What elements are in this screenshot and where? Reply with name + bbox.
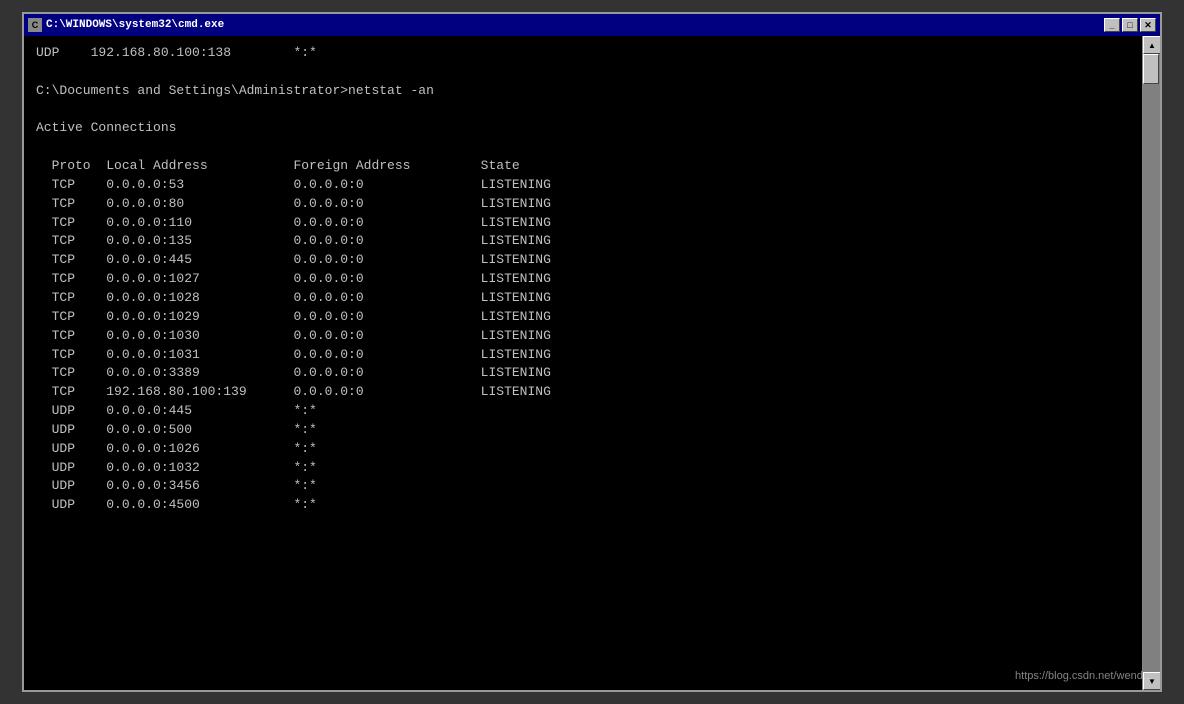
table-row: TCP 0.0.0.0:3389 0.0.0.0:0 LISTENING bbox=[36, 364, 1130, 383]
scrollbar[interactable]: ▲ ▼ bbox=[1142, 36, 1160, 690]
table-row: UDP 0.0.0.0:445 *:* bbox=[36, 402, 1130, 421]
table-row: UDP 0.0.0.0:3456 *:* bbox=[36, 477, 1130, 496]
section-header: Active Connections bbox=[36, 119, 1130, 138]
scroll-up-button[interactable]: ▲ bbox=[1143, 36, 1160, 54]
blank-line-2 bbox=[36, 101, 1130, 120]
scroll-thumb[interactable] bbox=[1143, 54, 1159, 84]
maximize-button[interactable]: □ bbox=[1122, 18, 1138, 32]
terminal-output[interactable]: UDP 192.168.80.100:138 *:* C:\Documents … bbox=[24, 36, 1142, 690]
table-row: TCP 0.0.0.0:1029 0.0.0.0:0 LISTENING bbox=[36, 308, 1130, 327]
table-row: UDP 0.0.0.0:500 *:* bbox=[36, 421, 1130, 440]
table-row: TCP 0.0.0.0:135 0.0.0.0:0 LISTENING bbox=[36, 232, 1130, 251]
table-row: TCP 0.0.0.0:110 0.0.0.0:0 LISTENING bbox=[36, 214, 1130, 233]
table-row: TCP 0.0.0.0:1031 0.0.0.0:0 LISTENING bbox=[36, 346, 1130, 365]
title-bar: C C:\WINDOWS\system32\cmd.exe _ □ ✕ bbox=[24, 14, 1160, 36]
table-row: UDP 0.0.0.0:4500 *:* bbox=[36, 496, 1130, 515]
table-row: TCP 0.0.0.0:80 0.0.0.0:0 LISTENING bbox=[36, 195, 1130, 214]
table-row: UDP 0.0.0.0:1032 *:* bbox=[36, 459, 1130, 478]
cmd-window: C C:\WINDOWS\system32\cmd.exe _ □ ✕ UDP … bbox=[22, 12, 1162, 692]
table-row: UDP 0.0.0.0:1026 *:* bbox=[36, 440, 1130, 459]
table-row: TCP 0.0.0.0:1027 0.0.0.0:0 LISTENING bbox=[36, 270, 1130, 289]
minimize-button[interactable]: _ bbox=[1104, 18, 1120, 32]
close-button[interactable]: ✕ bbox=[1140, 18, 1156, 32]
title-bar-left: C C:\WINDOWS\system32\cmd.exe bbox=[28, 18, 224, 32]
command-line: C:\Documents and Settings\Administrator>… bbox=[36, 82, 1130, 101]
table-row: TCP 0.0.0.0:1030 0.0.0.0:0 LISTENING bbox=[36, 327, 1130, 346]
table-row: TCP 192.168.80.100:139 0.0.0.0:0 LISTENI… bbox=[36, 383, 1130, 402]
title-buttons: _ □ ✕ bbox=[1104, 18, 1156, 32]
table-row: TCP 0.0.0.0:53 0.0.0.0:0 LISTENING bbox=[36, 176, 1130, 195]
blank-line bbox=[36, 63, 1130, 82]
scroll-track[interactable] bbox=[1143, 54, 1160, 672]
watermark: https://blog.csdn.net/wend... bbox=[1015, 670, 1152, 682]
table-row: TCP 0.0.0.0:445 0.0.0.0:0 LISTENING bbox=[36, 251, 1130, 270]
window-title: C:\WINDOWS\system32\cmd.exe bbox=[46, 19, 224, 31]
cmd-icon: C bbox=[28, 18, 42, 32]
content-area: UDP 192.168.80.100:138 *:* C:\Documents … bbox=[24, 36, 1160, 690]
prev-udp-line: UDP 192.168.80.100:138 *:* bbox=[36, 44, 1130, 63]
blank-line-3 bbox=[36, 138, 1130, 157]
table-row: TCP 0.0.0.0:1028 0.0.0.0:0 LISTENING bbox=[36, 289, 1130, 308]
column-headers: Proto Local Address Foreign Address Stat… bbox=[36, 157, 1130, 176]
